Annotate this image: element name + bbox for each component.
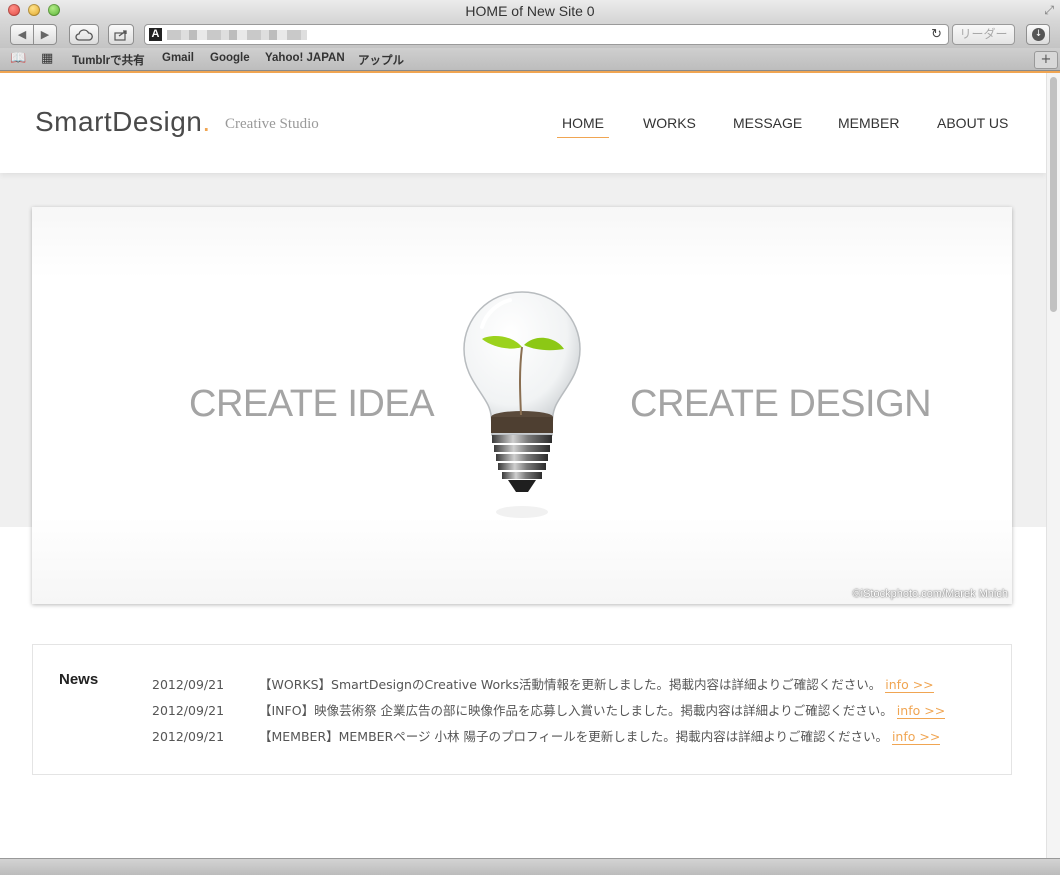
reader-button[interactable]: リーダー bbox=[952, 24, 1015, 45]
top-sites-grid-icon[interactable]: ▦ bbox=[41, 51, 53, 66]
bookmark-apple[interactable]: アップル bbox=[358, 52, 404, 68]
back-button[interactable]: ◀ bbox=[10, 24, 34, 45]
site-favicon: A bbox=[149, 28, 162, 41]
news-text: 【INFO】映像芸術祭 企業広告の部に映像作品を応募し入賞いたしました。掲載内容… bbox=[259, 703, 893, 718]
bookmark-tumblr[interactable]: Tumblrで共有 bbox=[72, 52, 145, 68]
new-tab-plus-icon[interactable]: + bbox=[1034, 51, 1058, 69]
site-header: SmartDesign. Creative Studio HOME WORKS … bbox=[0, 73, 1046, 173]
hero-left-text: CREATE IDEA bbox=[189, 383, 435, 425]
bookmark-google[interactable]: Google bbox=[210, 52, 250, 64]
logo-dot: . bbox=[202, 106, 211, 137]
window-titlebar: HOME of New Site 0 ⤢ bbox=[0, 0, 1060, 22]
news-date: 2012/09/21 bbox=[152, 703, 225, 718]
url-text-obscured bbox=[167, 30, 307, 40]
news-item: 2012/09/21 【WORKS】SmartDesignのCreative Wo… bbox=[152, 674, 934, 693]
share-button[interactable] bbox=[108, 24, 134, 45]
logo-text: SmartDesign bbox=[35, 106, 203, 137]
reading-list-icon[interactable]: 📖 bbox=[10, 51, 26, 66]
browser-toolbar: ◀ ▶ A ↻ リーダー ↓ bbox=[0, 22, 1060, 48]
downloads-button[interactable]: ↓ bbox=[1026, 24, 1050, 45]
nav-about-us[interactable]: ABOUT US bbox=[937, 115, 1008, 131]
hero-right-text: CREATE DESIGN bbox=[630, 383, 932, 425]
site-tagline: Creative Studio bbox=[225, 116, 319, 132]
icloud-tabs-button[interactable] bbox=[69, 24, 99, 45]
scrollbar-thumb[interactable] bbox=[1050, 77, 1057, 312]
photo-credit: ©iStockphoto.com/Marek Mnich bbox=[852, 588, 1008, 600]
window-bottom-bar bbox=[0, 858, 1060, 875]
news-date: 2012/09/21 bbox=[152, 729, 225, 744]
hero-banner: CREATE IDEA CREATE DESIGN ©iStockphoto.c… bbox=[32, 207, 1012, 604]
nav-member[interactable]: MEMBER bbox=[838, 115, 899, 131]
news-heading: News bbox=[59, 671, 99, 688]
back-arrow-icon: ◀ bbox=[17, 28, 27, 41]
news-item: 2012/09/21 【INFO】映像芸術祭 企業広告の部に映像作品を応募し入賞い… bbox=[152, 700, 946, 719]
news-text: 【MEMBER】MEMBERページ 小林 陽子のプロフィールを更新しました。掲載… bbox=[259, 729, 888, 744]
page-scrollbar[interactable] bbox=[1046, 73, 1060, 858]
news-info-link[interactable]: info >> bbox=[885, 677, 934, 693]
fullscreen-icon[interactable]: ⤢ bbox=[1044, 3, 1054, 18]
nav-message[interactable]: MESSAGE bbox=[733, 115, 802, 131]
forward-button[interactable]: ▶ bbox=[33, 24, 57, 45]
news-info-link[interactable]: info >> bbox=[891, 729, 941, 745]
news-text: 【WORKS】SmartDesignのCreative Works活動情報を更新… bbox=[259, 677, 882, 692]
cloud-icon bbox=[75, 28, 93, 41]
reload-icon[interactable]: ↻ bbox=[931, 27, 942, 42]
nav-home[interactable]: HOME bbox=[557, 115, 609, 138]
download-icon: ↓ bbox=[1032, 28, 1045, 41]
news-item: 2012/09/21 【MEMBER】MEMBERページ 小林 陽子のプロフィール… bbox=[152, 726, 941, 745]
news-section: News 2012/09/21 【WORKS】SmartDesignのCreati… bbox=[32, 644, 1012, 775]
nav-works[interactable]: WORKS bbox=[643, 115, 696, 131]
bookmark-yahoo-japan[interactable]: Yahoo! JAPAN bbox=[265, 52, 345, 64]
site-logo[interactable]: SmartDesign. bbox=[35, 106, 211, 138]
lightbulb-sprout-image bbox=[463, 291, 581, 518]
news-date: 2012/09/21 bbox=[152, 677, 225, 692]
news-info-link[interactable]: info >> bbox=[896, 703, 946, 719]
window-title: HOME of New Site 0 bbox=[465, 3, 595, 19]
bookmark-gmail[interactable]: Gmail bbox=[162, 52, 194, 64]
web-page: SmartDesign. Creative Studio HOME WORKS … bbox=[0, 73, 1046, 858]
address-bar[interactable]: A ↻ bbox=[144, 24, 949, 45]
forward-arrow-icon: ▶ bbox=[40, 28, 50, 41]
bookmarks-bar: 📖 ▦ Tumblrで共有 Gmail Google Yahoo! JAPAN … bbox=[0, 48, 1060, 71]
share-icon bbox=[114, 29, 127, 41]
